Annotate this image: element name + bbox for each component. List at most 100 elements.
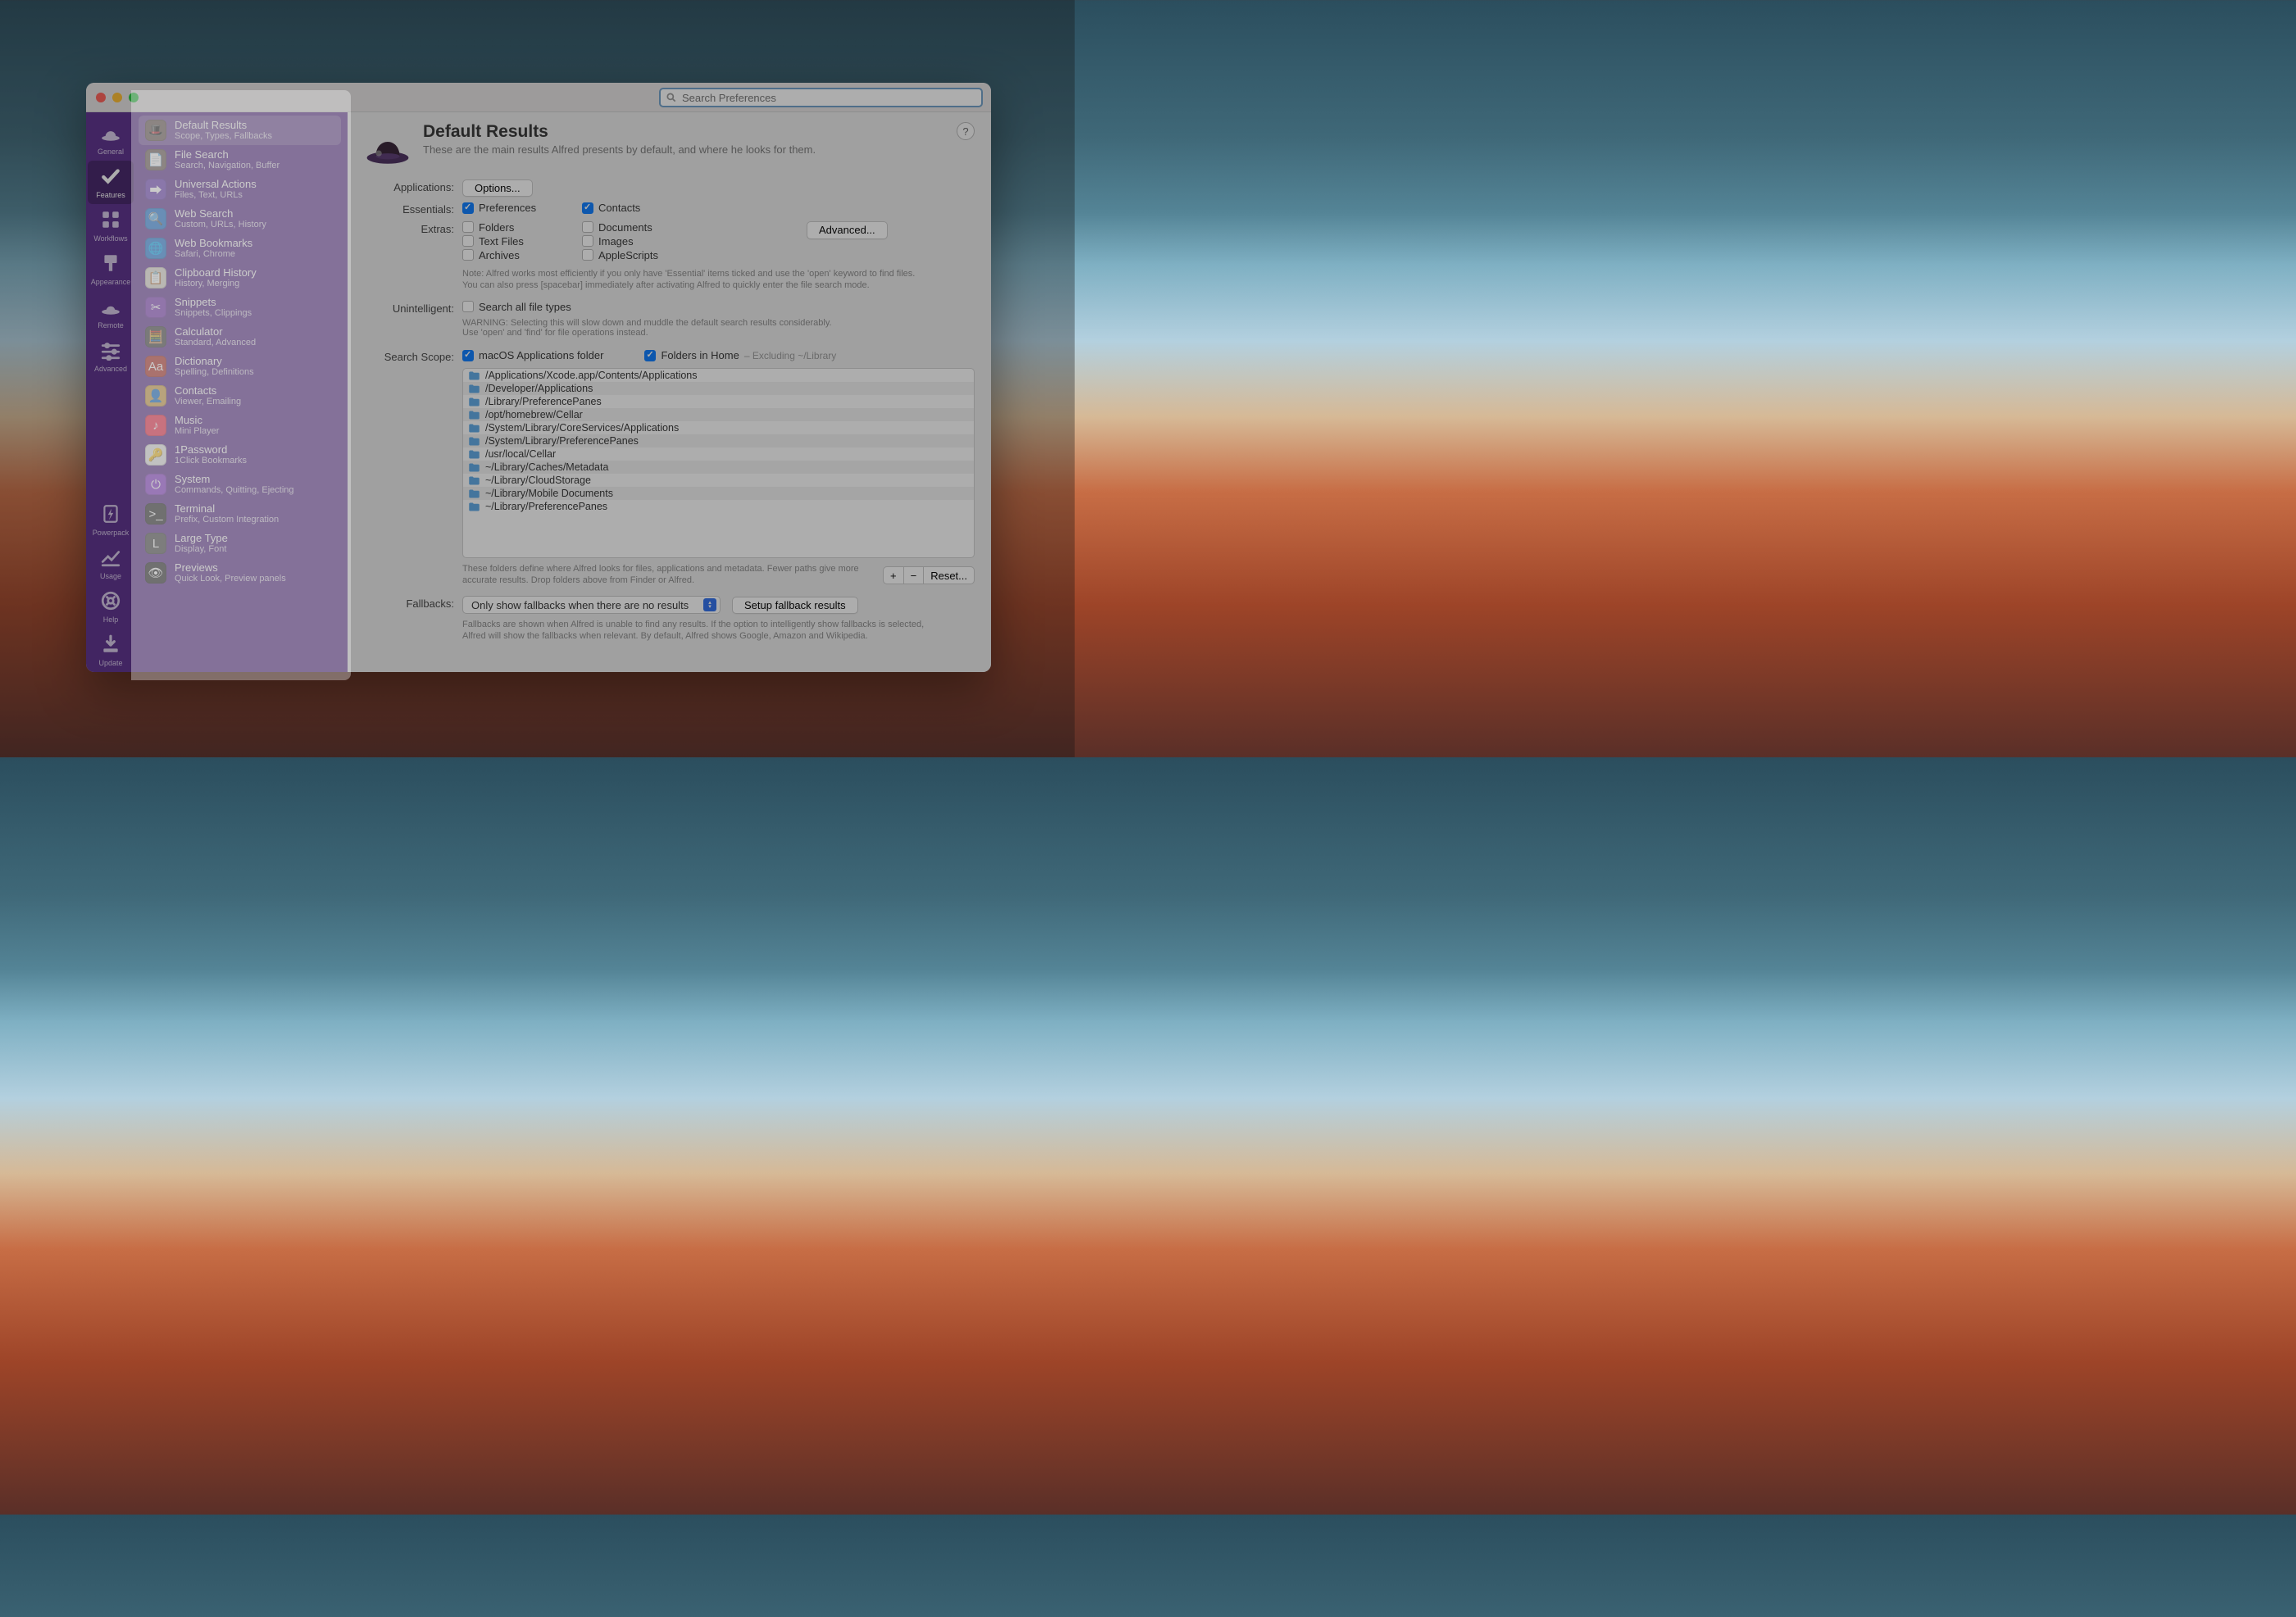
essentials-checkbox-contacts[interactable]: Contacts [582, 202, 680, 214]
feature-icon: Aa [145, 356, 166, 377]
scope-home-checkbox[interactable]: Folders in Home – Excluding ~/Library [644, 349, 836, 361]
content-pane: Default Results These are the main resul… [348, 112, 991, 672]
scope-apps-checkbox[interactable]: macOS Applications folder [462, 349, 603, 361]
page-title: Default Results [423, 122, 816, 142]
folder-icon [468, 462, 480, 473]
feature-snippets[interactable]: ✂ SnippetsSnippets, Clippings [139, 293, 341, 322]
feature-contacts[interactable]: 👤 ContactsViewer, Emailing [139, 381, 341, 411]
scope-path-item[interactable]: /Applications/Xcode.app/Contents/Applica… [463, 369, 974, 382]
scope-add-button[interactable]: + [883, 566, 904, 584]
feature-clipboard-history[interactable]: 📋 Clipboard HistoryHistory, Merging [139, 263, 341, 293]
search-icon [666, 92, 677, 103]
unintelligent-warning: WARNING: Selecting this will slow down a… [462, 318, 975, 338]
preferences-window: GeneralFeaturesWorkflowsAppearanceRemote… [86, 83, 991, 672]
feature-previews[interactable]: 👁 PreviewsQuick Look, Preview panels [139, 558, 341, 588]
folder-icon [468, 449, 480, 460]
feature-default-results[interactable]: 🎩 Default ResultsScope, Types, Fallbacks [139, 116, 341, 145]
zoom-button[interactable] [129, 93, 139, 102]
category-general[interactable]: General [88, 117, 134, 161]
feature-icon: 🎩 [145, 120, 166, 141]
scope-path-item[interactable]: /usr/local/Cellar [463, 447, 974, 461]
setup-fallbacks-button[interactable]: Setup fallback results [732, 597, 858, 614]
scope-list[interactable]: /Applications/Xcode.app/Contents/Applica… [462, 368, 975, 558]
scope-path-item[interactable]: ~/Library/PreferencePanes [463, 500, 974, 513]
category-features[interactable]: Features [88, 161, 134, 204]
scope-path-item[interactable]: /Library/PreferencePanes [463, 395, 974, 408]
scope-remove-button[interactable]: − [904, 566, 925, 584]
scope-path-item[interactable]: ~/Library/Caches/Metadata [463, 461, 974, 474]
minimize-button[interactable] [112, 93, 122, 102]
feature-terminal[interactable]: >_ TerminalPrefix, Custom Integration [139, 499, 341, 529]
extras-note: Note: Alfred works most efficiently if y… [462, 268, 975, 291]
search-all-checkbox[interactable]: Search all file types [462, 301, 571, 313]
chevron-updown-icon: ▴▾ [703, 598, 716, 611]
advanced-button[interactable]: Advanced... [807, 221, 888, 239]
scope-path-item[interactable]: /Developer/Applications [463, 382, 974, 395]
extras-checkbox-folders[interactable]: Folders [462, 221, 561, 234]
grid-icon [100, 209, 121, 232]
folder-icon [468, 370, 480, 381]
feature-large-type[interactable]: L Large TypeDisplay, Font [139, 529, 341, 558]
extras-checkbox-text-files[interactable]: Text Files [462, 235, 561, 248]
scope-path-item[interactable]: /System/Library/CoreServices/Application… [463, 421, 974, 434]
scope-path-item[interactable]: /System/Library/PreferencePanes [463, 434, 974, 447]
scope-path-item[interactable]: ~/Library/Mobile Documents [463, 487, 974, 500]
extras-checkbox-documents[interactable]: Documents [582, 221, 680, 234]
brush-icon [100, 252, 121, 275]
category-help[interactable]: Help [88, 585, 134, 629]
extras-checkbox-archives[interactable]: Archives [462, 249, 561, 261]
feature-dictionary[interactable]: Aa DictionarySpelling, Definitions [139, 352, 341, 381]
scope-path-item[interactable]: /opt/homebrew/Cellar [463, 408, 974, 421]
options-button[interactable]: Options... [462, 179, 533, 197]
category-workflows[interactable]: Workflows [88, 204, 134, 248]
page-header: Default Results These are the main resul… [364, 122, 975, 170]
feature-universal-actions[interactable]: ⮕ Universal ActionsFiles, Text, URLs [139, 175, 341, 204]
feature-1password[interactable]: 🔑 1Password1Click Bookmarks [139, 440, 341, 470]
category-appearance[interactable]: Appearance [88, 248, 134, 291]
essentials-label: Essentials: [364, 202, 462, 216]
sliders-icon [100, 339, 121, 362]
feature-system[interactable]: ⏻ SystemCommands, Quitting, Ejecting [139, 470, 341, 499]
essentials-checkbox-preferences[interactable]: Preferences [462, 202, 561, 214]
category-usage[interactable]: Usage [88, 542, 134, 585]
feature-icon: 🌐 [145, 238, 166, 259]
search-input[interactable] [659, 88, 983, 107]
feature-icon: 🔍 [145, 208, 166, 229]
folder-icon [468, 410, 480, 420]
category-powerpack[interactable]: Powerpack [88, 498, 134, 542]
feature-web-search[interactable]: 🔍 Web SearchCustom, URLs, History [139, 204, 341, 234]
category-sidebar: GeneralFeaturesWorkflowsAppearanceRemote… [86, 112, 135, 672]
close-button[interactable] [96, 93, 106, 102]
help-icon [100, 590, 121, 613]
category-advanced[interactable]: Advanced [88, 334, 134, 378]
scope-path-item[interactable]: ~/Library/CloudStorage [463, 474, 974, 487]
check-icon [100, 166, 121, 188]
search-scope-label: Search Scope: [364, 349, 462, 363]
feature-icon: 🧮 [145, 326, 166, 347]
folder-icon [468, 436, 480, 447]
feature-icon: ⏻ [145, 474, 166, 495]
feature-icon: 👤 [145, 385, 166, 407]
feature-web-bookmarks[interactable]: 🌐 Web BookmarksSafari, Chrome [139, 234, 341, 263]
scope-reset-button[interactable]: Reset... [924, 566, 975, 584]
applications-label: Applications: [364, 179, 462, 193]
bolt-icon [100, 503, 121, 526]
extras-checkbox-images[interactable]: Images [582, 235, 680, 248]
hat-icon [100, 122, 121, 145]
feature-icon: 👁 [145, 562, 166, 584]
extras-checkbox-applescripts[interactable]: AppleScripts [582, 249, 680, 261]
folder-icon [468, 397, 480, 407]
feature-calculator[interactable]: 🧮 CalculatorStandard, Advanced [139, 322, 341, 352]
help-button[interactable]: ? [957, 122, 975, 140]
folder-icon [468, 423, 480, 434]
fallbacks-label: Fallbacks: [364, 596, 462, 610]
titlebar [86, 83, 991, 112]
feature-music[interactable]: ♪ MusicMini Player [139, 411, 341, 440]
unintelligent-label: Unintelligent: [364, 301, 462, 315]
fallbacks-select[interactable]: Only show fallbacks when there are no re… [462, 596, 721, 614]
feature-icon: ⮕ [145, 179, 166, 200]
feature-icon: 📄 [145, 149, 166, 170]
feature-file-search[interactable]: 📄 File SearchSearch, Navigation, Buffer [139, 145, 341, 175]
category-remote[interactable]: Remote [88, 291, 134, 334]
category-update[interactable]: Update [88, 629, 134, 672]
